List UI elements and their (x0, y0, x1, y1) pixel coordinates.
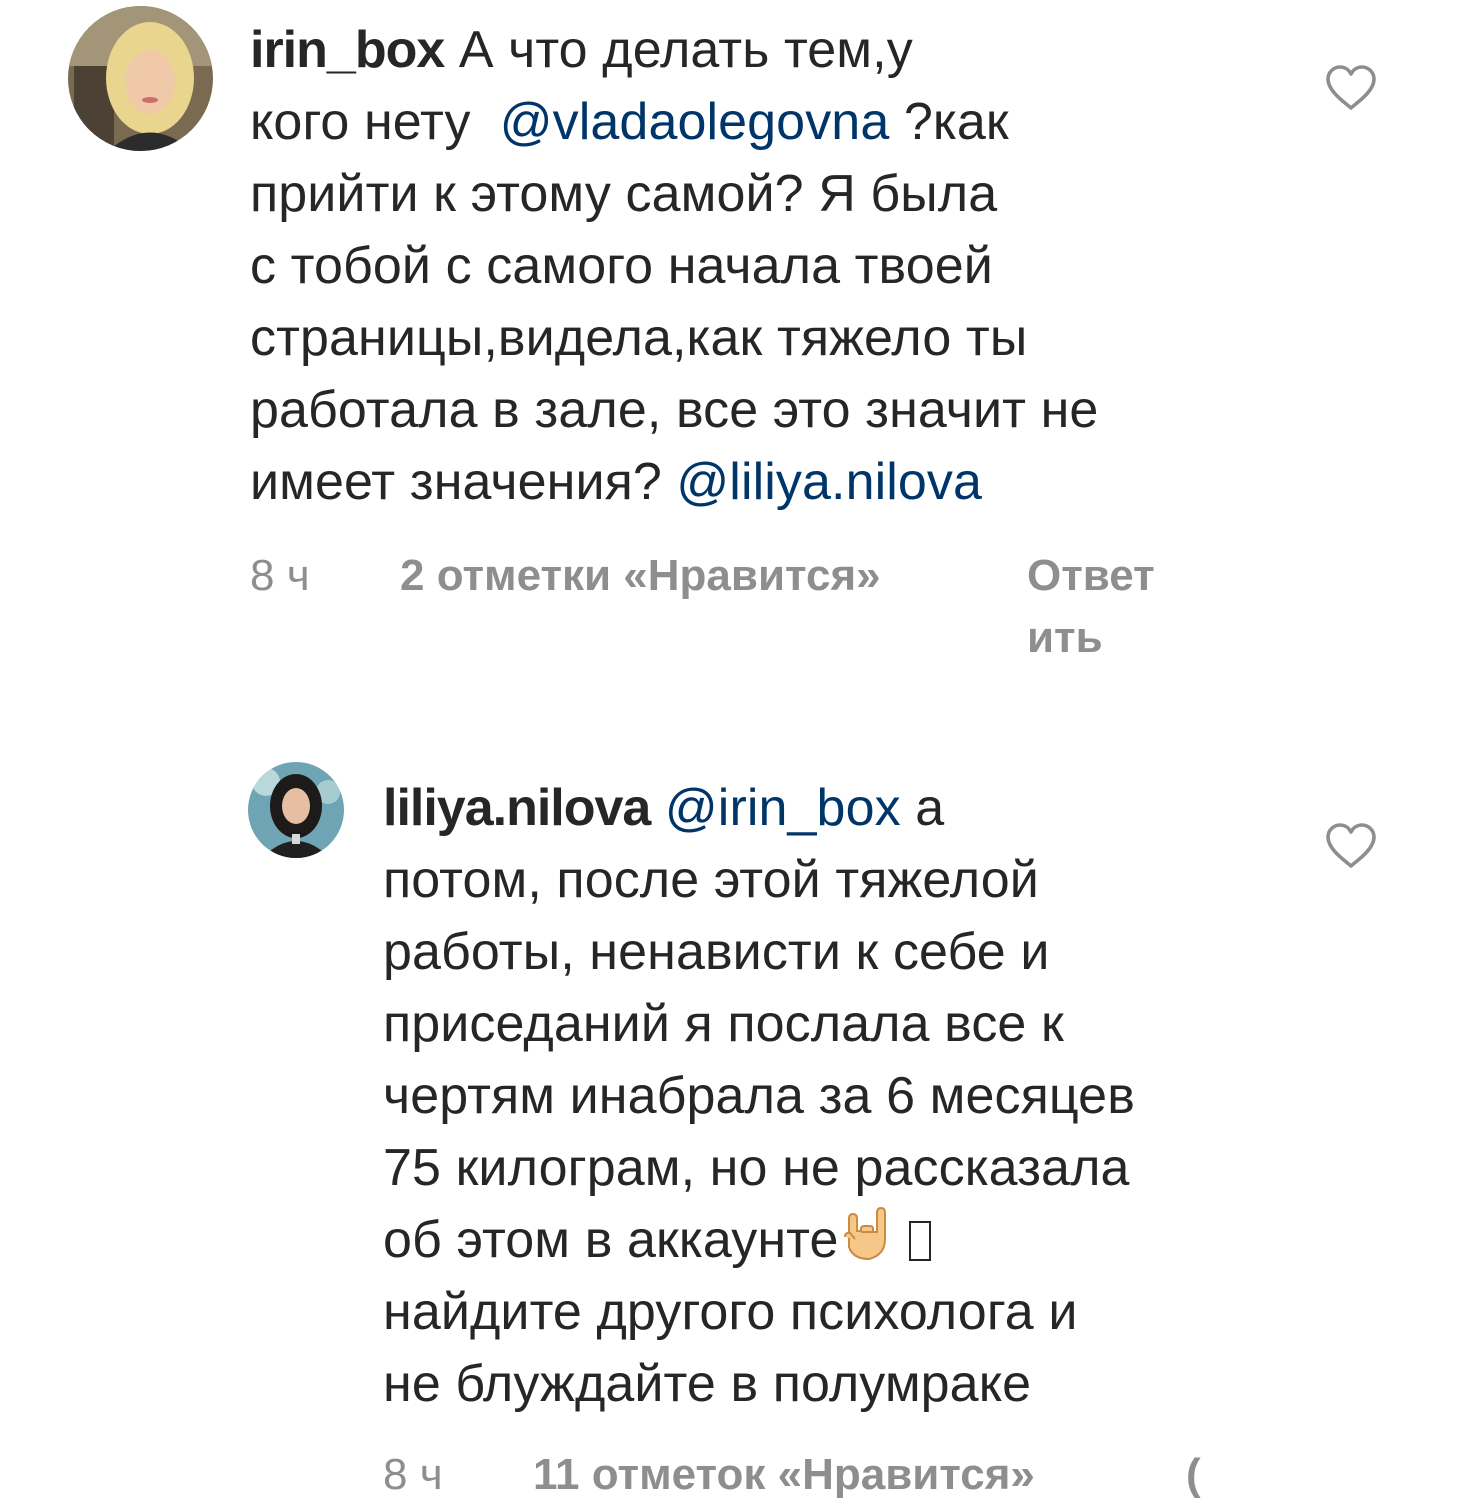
likes-count: 11 отметок «Нравится» (533, 1450, 1035, 1499)
comment-line: об этом в аккаунте (383, 1204, 1135, 1276)
avatar-irin-box[interactable] (68, 6, 213, 151)
sign-of-the-horns-emoji-icon (843, 1206, 886, 1261)
likes-count: 2 отметки «Нравится» (400, 551, 881, 600)
comment-text: liliya.nilova @irin_box а потом, после э… (383, 772, 1135, 1420)
comment-line: найдите другого психолога и (383, 1283, 1078, 1341)
comment-line: не блуждайте в полумраке (383, 1355, 1032, 1413)
comment-line: имеет значения? @liliya.nilova (250, 453, 983, 511)
likes-count-link[interactable]: 2 отметки «Нравится» (400, 545, 881, 607)
reply-button[interactable]: ( (1186, 1444, 1201, 1506)
comment-text: irin_box А что делать тем,у кого нету @v… (250, 14, 1098, 518)
comment-line: кого нету @vladaolegovna ?как (250, 93, 1009, 151)
comment-line: приседаний я послала все к (383, 995, 1064, 1053)
username-link[interactable]: irin_box (250, 21, 445, 79)
like-heart-icon[interactable] (1325, 822, 1377, 870)
comment-line: с тобой с самого начала твоей (250, 237, 993, 295)
mention-link[interactable]: @irin_box (665, 779, 901, 837)
reply-label: Ответ (1027, 551, 1155, 600)
mention-link[interactable]: @vladaolegovna (500, 93, 890, 151)
avatar-image (248, 762, 344, 858)
likes-count-link[interactable]: 11 отметок «Нравится» (533, 1444, 1035, 1506)
comment-line: liliya.nilova @irin_box а (383, 779, 945, 837)
comment-line: потом, после этой тяжелой (383, 851, 1039, 909)
avatar-image (68, 6, 213, 151)
timestamp: 8 ч (383, 1450, 443, 1499)
comment-line: прийти к этому самой? Я была (250, 165, 998, 223)
comment-meta: 8 ч (383, 1444, 443, 1506)
comment-line: 75 килограм, но не рассказала (383, 1139, 1130, 1197)
comment-meta: 8 ч (250, 545, 310, 607)
comment-line: работала в зале, все это значит не (250, 381, 1099, 439)
like-heart-icon[interactable] (1325, 64, 1377, 112)
comment-line: работы, ненависти к себе и (383, 923, 1050, 981)
reply-label: ить (1027, 613, 1103, 662)
reply-label: ( (1186, 1450, 1201, 1499)
timestamp: 8 ч (250, 551, 310, 600)
missing-glyph-icon (908, 1221, 931, 1261)
mention-link[interactable]: @liliya.nilova (676, 453, 982, 511)
comment-line: irin_box А что делать тем,у (250, 21, 913, 79)
comment-line: страницы,видела,как тяжело ты (250, 309, 1028, 367)
reply-button[interactable]: Ответ ить (1027, 545, 1155, 669)
comment-line: чертям инабрала за 6 месяцев (383, 1067, 1135, 1125)
avatar-liliya-nilova[interactable] (248, 762, 344, 858)
username-link[interactable]: liliya.nilova (383, 779, 651, 837)
